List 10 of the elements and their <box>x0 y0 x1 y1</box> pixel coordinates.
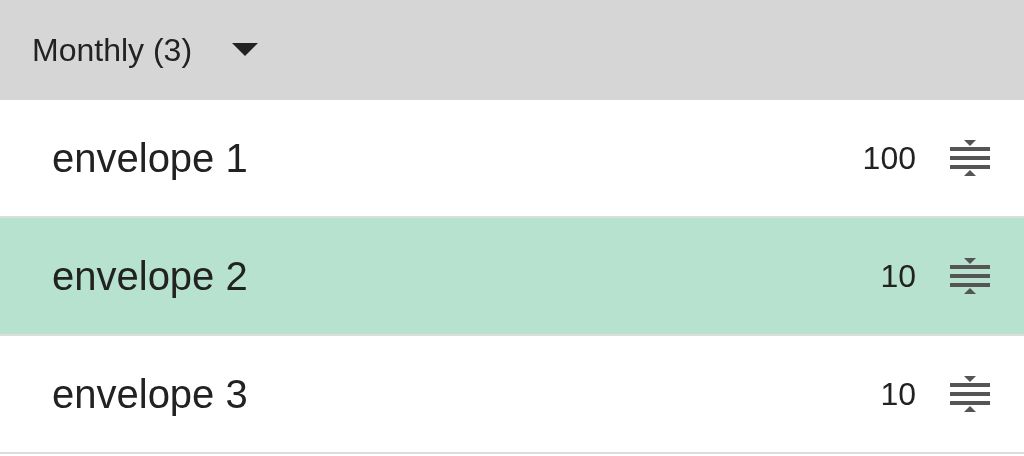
group-header[interactable]: Monthly (3) <box>0 0 1024 100</box>
envelope-amount: 100 <box>862 139 916 178</box>
envelope-row[interactable]: envelope 2 10 <box>0 218 1024 336</box>
caret-icon[interactable] <box>232 43 259 57</box>
envelope-name: envelope 1 <box>52 135 249 182</box>
envelope-name: envelope 3 <box>52 371 249 418</box>
envelope-amount: 10 <box>880 375 916 414</box>
envelope-name: envelope 2 <box>52 253 249 300</box>
group-title: Monthly (3) <box>32 31 193 70</box>
envelope-amount: 10 <box>880 257 916 296</box>
